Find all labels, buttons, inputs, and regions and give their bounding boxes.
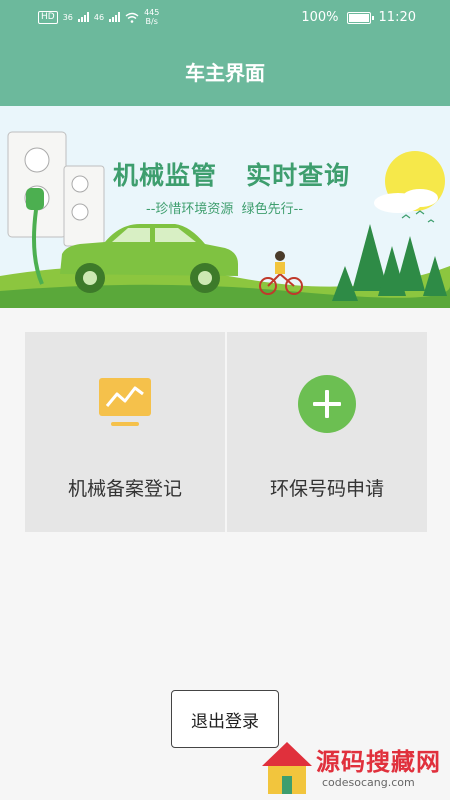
menu-tiles: 机械备案登记 环保号码申请 — [25, 332, 427, 532]
battery-icon — [346, 11, 374, 24]
signal-1-icon — [77, 12, 89, 22]
battery-percent: 100% — [301, 10, 339, 25]
hd-badge: HD — [38, 10, 58, 24]
eco-number-application-tile[interactable]: 环保号码申请 — [227, 332, 427, 532]
status-right: 100% 11:20 — [301, 10, 416, 25]
page-title: 车主界面 — [185, 60, 265, 85]
status-left: HD 36 46 445 B/s — [38, 8, 159, 26]
banner: 机械监管 实时查询 --珍惜环境资源 绿色先行-- — [0, 106, 450, 308]
speed-value: 445 — [144, 8, 160, 17]
banner-subtitle: --珍惜环境资源 绿色先行-- — [146, 202, 304, 217]
network-speed: 445 B/s — [144, 8, 159, 26]
app-bar: 车主界面 — [0, 36, 450, 106]
speed-unit: B/s — [145, 17, 158, 26]
plug-icon — [26, 188, 44, 210]
machinery-registration-tile[interactable]: 机械备案登记 — [25, 332, 225, 532]
status-bar: HD 36 46 445 B/s 100% 11:20 — [0, 0, 450, 36]
signal-2-icon — [109, 12, 121, 22]
banner-title: 机械监管 实时查询 — [113, 161, 351, 190]
trees-icon — [332, 224, 447, 301]
watermark-url: codesocang.com — [322, 776, 415, 789]
network-1-label: 36 — [62, 12, 73, 22]
machinery-registration-label: 机械备案登记 — [67, 478, 182, 500]
chart-monitor-icon — [99, 378, 151, 426]
network-2-label: 46 — [93, 12, 105, 22]
clock: 11:20 — [378, 10, 416, 25]
plus-circle-icon — [298, 375, 356, 433]
wifi-icon — [125, 12, 139, 23]
house-logo-icon — [262, 742, 312, 794]
watermark-text: 源码搜藏网 — [316, 748, 441, 776]
watermark: 源码搜藏网 codesocang.com — [258, 736, 450, 800]
eco-number-application-label: 环保号码申请 — [269, 478, 384, 500]
